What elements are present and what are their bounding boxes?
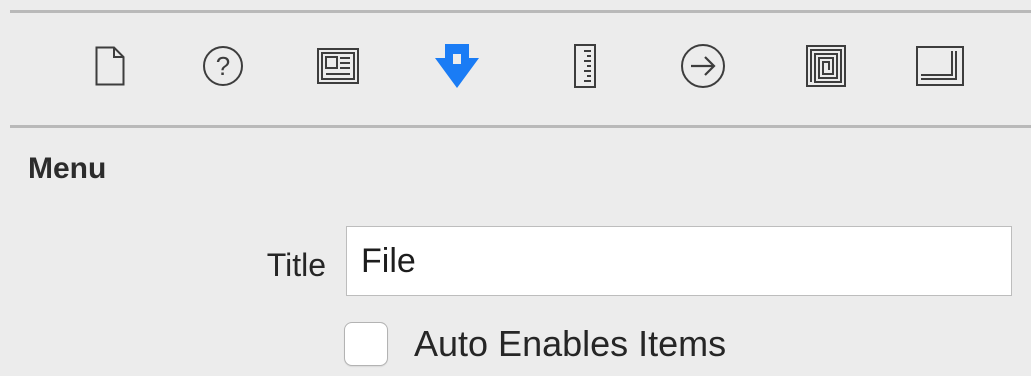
auto-enables-items-label: Auto Enables Items bbox=[414, 323, 727, 364]
tab-quick-help[interactable]: ? bbox=[193, 36, 253, 96]
file-icon bbox=[95, 46, 125, 86]
help-icon: ? bbox=[203, 46, 243, 86]
auto-enables-items-row[interactable]: Auto Enables Items bbox=[344, 318, 726, 370]
bindings-icon bbox=[806, 45, 846, 87]
title-input[interactable] bbox=[346, 226, 1012, 296]
title-field-label: Title bbox=[266, 247, 326, 283]
attributes-inspector: ? Menu Title File Auto Enables Items bbox=[0, 0, 1031, 376]
size-ruler-icon bbox=[574, 44, 596, 88]
attributes-icon bbox=[435, 44, 479, 88]
tab-identity-inspector[interactable] bbox=[308, 36, 368, 96]
connections-arrow-icon bbox=[681, 44, 725, 88]
tab-bindings-inspector[interactable] bbox=[796, 36, 856, 96]
auto-enables-items-checkbox[interactable] bbox=[344, 322, 388, 366]
tab-connections-inspector[interactable] bbox=[673, 36, 733, 96]
section-title-menu: Menu bbox=[28, 152, 107, 185]
tab-view-effects-inspector[interactable] bbox=[910, 36, 970, 96]
tab-attributes-inspector[interactable] bbox=[427, 36, 487, 96]
view-effects-icon bbox=[916, 46, 964, 86]
inspector-tab-bar: ? bbox=[10, 13, 1031, 128]
tab-size-inspector[interactable] bbox=[555, 36, 615, 96]
svg-text:?: ? bbox=[216, 51, 230, 81]
identity-icon bbox=[317, 48, 359, 84]
tab-file-inspector[interactable] bbox=[80, 36, 140, 96]
